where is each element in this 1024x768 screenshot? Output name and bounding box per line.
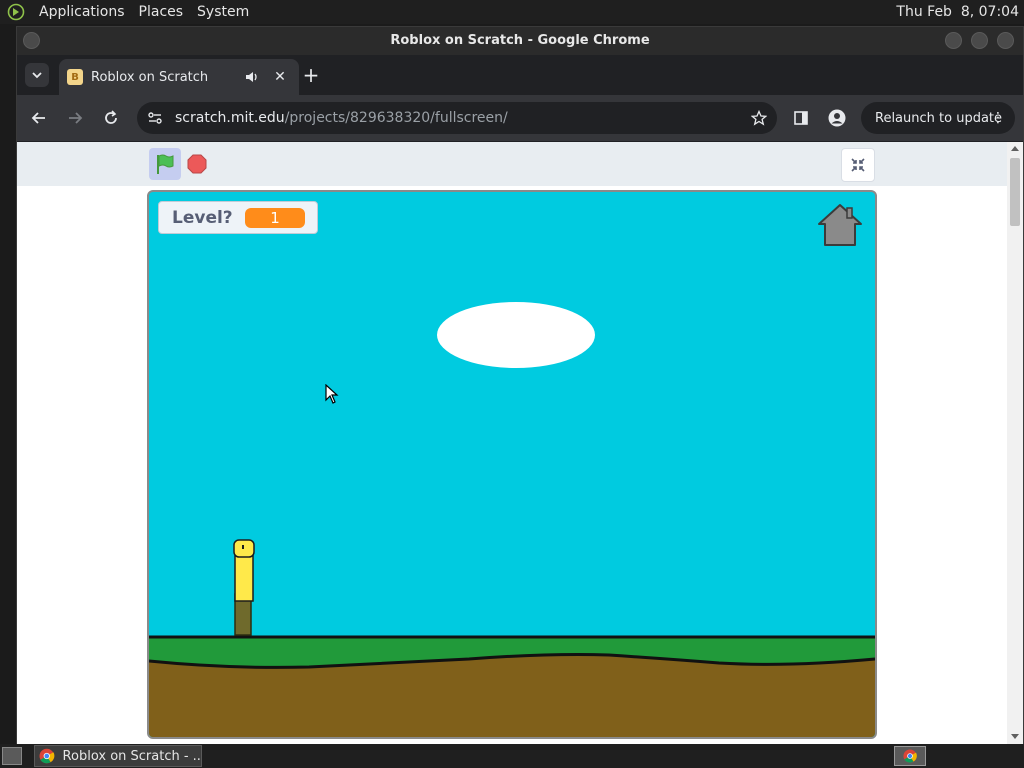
cloud-sprite bbox=[437, 302, 595, 368]
profile-button[interactable] bbox=[825, 106, 849, 130]
bottom-taskbar: Roblox on Scratch - ... bbox=[0, 744, 1024, 768]
side-panel-icon bbox=[794, 111, 808, 125]
top-panel: Applications Places System Thu Feb 8, 07… bbox=[0, 0, 1024, 24]
distro-logo-icon[interactable] bbox=[6, 2, 26, 22]
page-viewport: Level? 1 bbox=[17, 142, 1023, 745]
ground-terrain bbox=[149, 635, 875, 737]
side-panel-button[interactable] bbox=[789, 106, 813, 130]
site-settings-icon[interactable] bbox=[147, 110, 167, 126]
show-desktop-icon[interactable] bbox=[2, 747, 22, 765]
url-path: /projects/829638320/fullscreen/ bbox=[284, 110, 508, 126]
more-vert-icon: ⋮ bbox=[991, 110, 1005, 126]
chrome-icon bbox=[903, 749, 917, 763]
new-tab-button[interactable]: + bbox=[301, 65, 321, 85]
scratch-favicon-icon: B bbox=[67, 69, 83, 85]
scroll-down-arrow-icon[interactable] bbox=[1011, 734, 1019, 739]
monitor-label: Level? bbox=[172, 207, 233, 228]
tab-roblox-on-scratch[interactable]: B Roblox on Scratch ✕ bbox=[59, 59, 299, 95]
green-flag-button[interactable] bbox=[149, 148, 181, 180]
exit-fullscreen-button[interactable] bbox=[841, 148, 875, 182]
scrollbar-thumb[interactable] bbox=[1010, 158, 1020, 226]
forward-button[interactable] bbox=[63, 106, 87, 130]
monitor-value: 1 bbox=[245, 208, 305, 228]
tab-title: Roblox on Scratch bbox=[91, 69, 209, 85]
tab-close-button[interactable]: ✕ bbox=[271, 69, 289, 85]
home-icon[interactable] bbox=[817, 203, 863, 247]
level-variable-monitor[interactable]: Level? 1 bbox=[158, 201, 318, 234]
arrow-right-icon bbox=[69, 112, 83, 124]
back-button[interactable] bbox=[27, 106, 51, 130]
window-titlebar[interactable]: Roblox on Scratch - Google Chrome bbox=[17, 27, 1023, 55]
page-scrollbar[interactable] bbox=[1007, 142, 1023, 745]
minimize-button[interactable] bbox=[945, 32, 962, 49]
profile-avatar-icon bbox=[828, 109, 846, 127]
close-window-button[interactable] bbox=[997, 32, 1014, 49]
speaker-icon[interactable] bbox=[245, 70, 263, 84]
mouse-cursor-icon bbox=[325, 384, 339, 404]
system-menu[interactable]: System bbox=[190, 0, 256, 24]
places-menu[interactable]: Places bbox=[132, 0, 191, 24]
panel-clock[interactable]: Thu Feb 8, 07:04 bbox=[896, 0, 1019, 24]
workspace-switcher[interactable] bbox=[894, 746, 926, 766]
stop-button[interactable] bbox=[187, 154, 207, 174]
browser-window: Roblox on Scratch - Google Chrome B Robl… bbox=[16, 26, 1024, 745]
tab-strip: B Roblox on Scratch ✕ + bbox=[17, 55, 1023, 95]
chevron-down-icon bbox=[32, 72, 42, 79]
player-sprite[interactable] bbox=[233, 539, 255, 637]
scratch-stage[interactable]: Level? 1 bbox=[147, 190, 877, 739]
url-host: scratch.mit.edu bbox=[175, 110, 285, 126]
scroll-up-arrow-icon[interactable] bbox=[1011, 146, 1019, 151]
stop-sign-icon bbox=[187, 154, 207, 174]
exit-fullscreen-icon bbox=[851, 158, 865, 172]
stage-header bbox=[17, 142, 1007, 186]
arrow-left-icon bbox=[31, 112, 45, 124]
bookmark-star-icon[interactable] bbox=[747, 106, 771, 130]
taskbar-item-chrome[interactable]: Roblox on Scratch - ... bbox=[34, 745, 202, 767]
reload-icon bbox=[105, 110, 117, 124]
browser-toolbar: scratch.mit.edu/projects/829638320/fulls… bbox=[17, 95, 1023, 141]
chrome-icon bbox=[39, 748, 55, 764]
relaunch-label: Relaunch to update bbox=[875, 110, 1003, 126]
applications-menu[interactable]: Applications bbox=[32, 0, 132, 24]
tab-search-button[interactable] bbox=[25, 63, 49, 87]
window-menu-button[interactable] bbox=[23, 32, 40, 49]
taskbar-item-label: Roblox on Scratch - ... bbox=[62, 748, 201, 764]
green-flag-icon bbox=[157, 154, 174, 174]
relaunch-to-update-button[interactable]: Relaunch to update ⋮ bbox=[861, 102, 1015, 134]
window-title: Roblox on Scratch - Google Chrome bbox=[390, 33, 650, 48]
maximize-button[interactable] bbox=[971, 32, 988, 49]
address-bar[interactable]: scratch.mit.edu/projects/829638320/fulls… bbox=[137, 102, 777, 134]
reload-button[interactable] bbox=[99, 106, 123, 130]
